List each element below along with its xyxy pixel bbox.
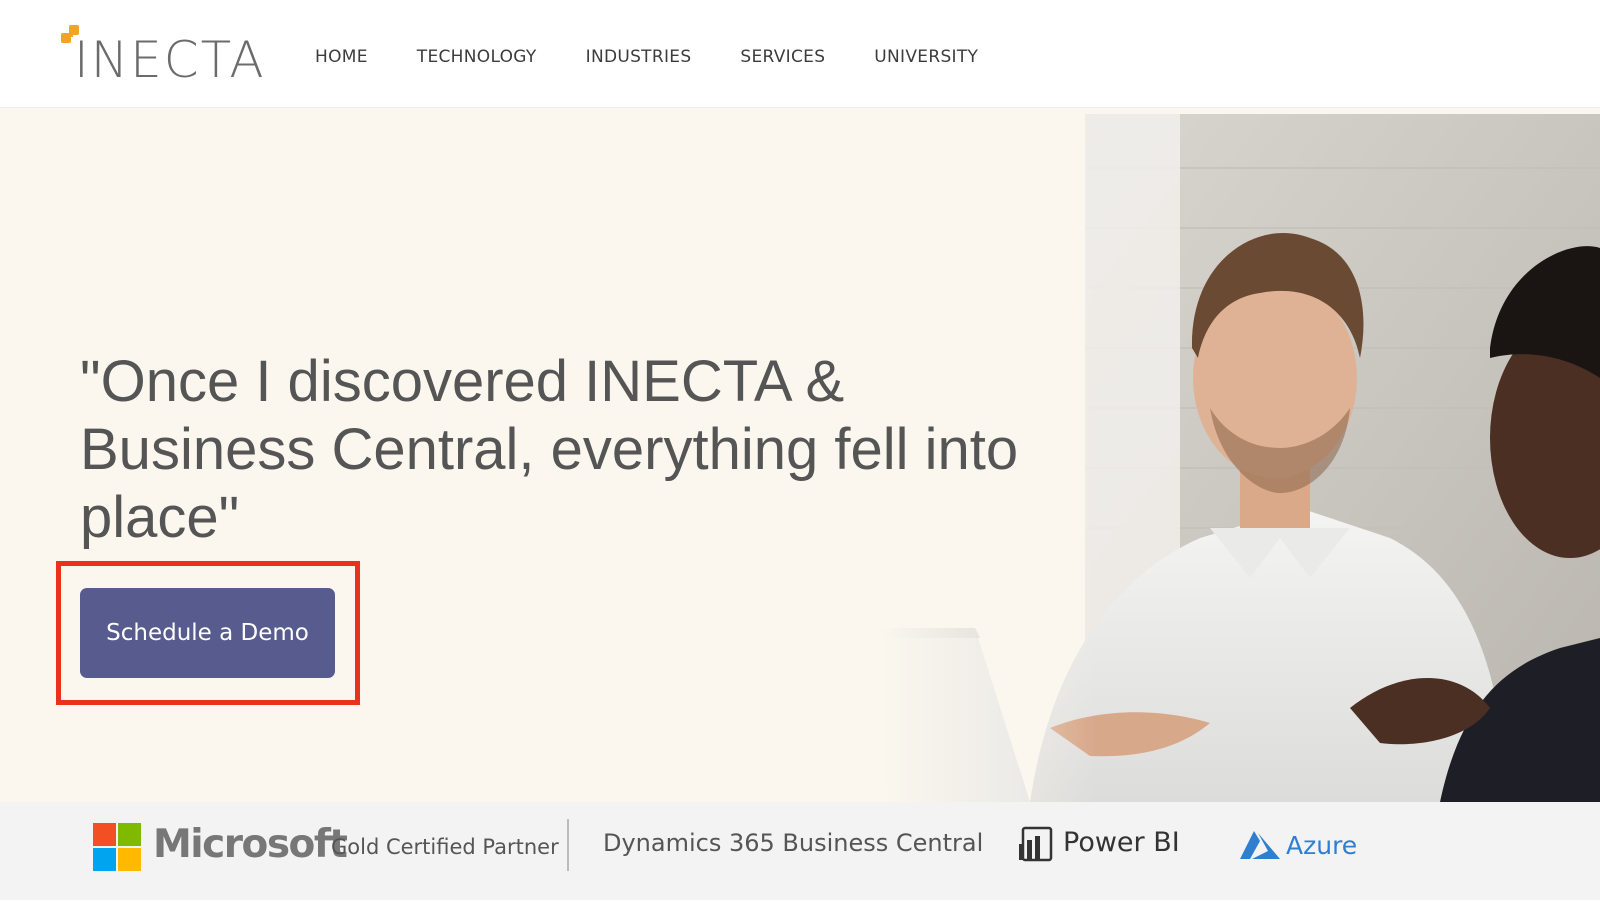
power-bi-icon [1019, 826, 1053, 862]
schedule-demo-button[interactable]: Schedule a Demo [80, 588, 335, 678]
hero-quote: "Once I discovered INECTA & Business Cen… [80, 349, 1019, 550]
site-header: INECTA HOME TECHNOLOGY INDUSTRIES SERVIC… [0, 0, 1600, 108]
partner-divider [567, 819, 569, 871]
microsoft-logo-icon [93, 823, 141, 871]
nav-technology[interactable]: TECHNOLOGY [417, 47, 537, 67]
microsoft-wordmark: Microsoft [153, 822, 348, 867]
page: INECTA HOME TECHNOLOGY INDUSTRIES SERVIC… [0, 0, 1600, 918]
nav-university[interactable]: UNIVERSITY [874, 47, 978, 67]
nav-industries[interactable]: INDUSTRIES [586, 47, 692, 67]
power-bi-label: Power BI [1063, 827, 1180, 858]
inecta-logo[interactable]: INECTA [60, 24, 275, 89]
gold-partner-label: Gold Certified Partner [331, 835, 559, 859]
hero-section: "Once I discovered INECTA & Business Cen… [0, 108, 1600, 802]
logo-text: INECTA [74, 31, 266, 89]
azure-label: Azure [1286, 831, 1358, 860]
azure-icon [1240, 831, 1280, 859]
partner-strip: Microsoft Gold Certified Partner Dynamic… [0, 802, 1600, 900]
main-nav: HOME TECHNOLOGY INDUSTRIES SERVICES UNIV… [315, 47, 1027, 67]
dynamics-365-label: Dynamics 365 Business Central [603, 829, 984, 857]
nav-home[interactable]: HOME [315, 47, 368, 67]
nav-services[interactable]: SERVICES [740, 47, 825, 67]
